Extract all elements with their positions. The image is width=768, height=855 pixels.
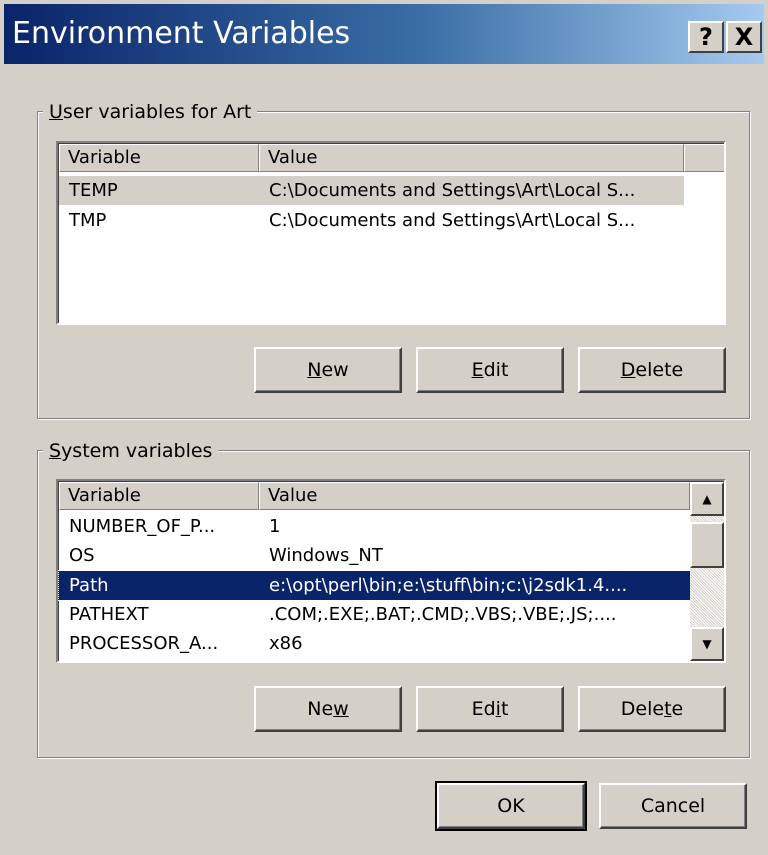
- table-row-selected[interactable]: Path e:\opt\perl\bin;e:\stuff\bin;c:\j2s…: [58, 570, 691, 601]
- value-cell: .COM;.EXE;.BAT;.CMD;.VBS;.VBE;.JS;....: [269, 604, 617, 625]
- user-delete-button[interactable]: Delete: [578, 347, 726, 393]
- scroll-up-button[interactable]: ▲: [690, 482, 724, 516]
- system-variables-list[interactable]: Variable Value NUMBER_OF_P... 1 OS Windo…: [56, 479, 726, 663]
- value-cell: x86: [269, 633, 303, 654]
- list-header: Variable Value: [59, 144, 724, 172]
- arrow-up-icon: ▲: [702, 492, 712, 506]
- value-cell: C:\Documents and Settings\Art\Local S...: [269, 180, 636, 201]
- table-row[interactable]: PATHEXT .COM;.EXE;.BAT;.CMD;.VBS;.VBE;.J…: [59, 600, 690, 629]
- column-header-value[interactable]: Value: [259, 144, 684, 172]
- table-row[interactable]: TMP C:\Documents and Settings\Art\Local …: [59, 206, 684, 235]
- arrow-down-icon: ▼: [702, 637, 712, 651]
- table-row[interactable]: PROCESSOR_A... x86: [59, 629, 690, 658]
- user-edit-button[interactable]: Edit: [416, 347, 564, 393]
- environment-variables-dialog: Environment Variables ? X User variables…: [0, 0, 768, 855]
- table-row[interactable]: OS Windows_NT: [59, 541, 690, 570]
- value-cell: C:\Documents and Settings\Art\Local S...: [269, 210, 636, 231]
- system-delete-button[interactable]: Delete: [578, 686, 726, 732]
- system-edit-button[interactable]: Edit: [416, 686, 564, 732]
- value-cell: e:\opt\perl\bin;e:\stuff\bin;c:\j2sdk1.4…: [269, 575, 628, 596]
- scroll-down-button[interactable]: ▼: [690, 627, 724, 661]
- variable-cell: NUMBER_OF_P...: [69, 516, 216, 537]
- user-new-button[interactable]: New: [254, 347, 402, 393]
- column-header-variable[interactable]: Variable: [59, 144, 259, 172]
- value-cell: 1: [269, 516, 281, 537]
- variable-cell: PROCESSOR_A...: [69, 633, 219, 654]
- value-cell: Windows_NT: [269, 545, 383, 566]
- column-header-filler: [684, 144, 724, 172]
- scroll-thumb[interactable]: [690, 522, 724, 568]
- user-variables-label: User variables for Art: [43, 100, 258, 124]
- system-variables-label: System variables: [43, 439, 219, 463]
- user-variables-list[interactable]: Variable Value TEMP C:\Documents and Set…: [56, 141, 726, 325]
- close-button[interactable]: X: [726, 21, 762, 53]
- variable-cell: TMP: [69, 210, 107, 231]
- cancel-button[interactable]: Cancel: [599, 783, 747, 829]
- variable-cell: OS: [69, 545, 95, 566]
- title-bar[interactable]: Environment Variables ? X: [4, 4, 764, 64]
- column-header-variable[interactable]: Variable: [59, 482, 259, 510]
- variable-cell: TEMP: [69, 180, 118, 201]
- system-new-button[interactable]: New: [254, 686, 402, 732]
- variable-cell: PATHEXT: [69, 604, 149, 625]
- ok-button[interactable]: OK: [435, 781, 587, 831]
- list-header: Variable Value: [59, 482, 690, 510]
- vertical-scrollbar[interactable]: ▲ ▼: [690, 482, 724, 661]
- help-icon: ?: [699, 23, 713, 51]
- table-row[interactable]: NUMBER_OF_P... 1: [59, 512, 690, 541]
- close-icon: X: [734, 23, 754, 51]
- table-row[interactable]: TEMP C:\Documents and Settings\Art\Local…: [59, 176, 684, 205]
- window-title: Environment Variables: [12, 16, 351, 51]
- help-button[interactable]: ?: [688, 21, 724, 53]
- variable-cell: Path: [69, 575, 109, 596]
- column-header-value[interactable]: Value: [259, 482, 690, 510]
